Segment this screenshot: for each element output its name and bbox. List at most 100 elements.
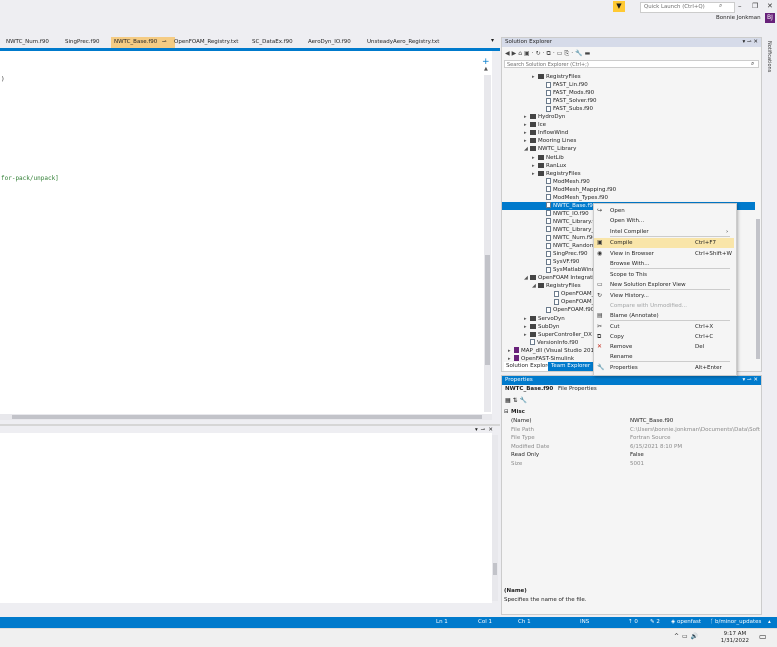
tree-folder[interactable]: ▸ RanLux	[532, 162, 566, 170]
editor-horizontal-scrollbar[interactable]	[0, 414, 492, 420]
property-row[interactable]: (Name) NWTC_Base.f90	[502, 417, 761, 425]
property-row[interactable]: File Path C:\Users\bonnie.jonkman\Documen…	[502, 426, 761, 434]
tray-icons[interactable]: ^▭🔊	[674, 633, 701, 640]
collapse-icon[interactable]: ▲	[484, 66, 488, 72]
tree-folder[interactable]: ◢ OpenFOAM Integration	[524, 274, 601, 282]
menu-item-compare-with-unmodified[interactable]: Compare with Unmodified...	[594, 301, 734, 311]
scroll-thumb[interactable]	[493, 563, 497, 575]
tree-folder[interactable]: ▸ SuperController_DX	[524, 331, 592, 339]
tree-file[interactable]: NWTC_IO.f90	[540, 210, 589, 218]
restore-icon[interactable]: ❐	[752, 2, 758, 10]
tree-file[interactable]: SysVF.f90	[540, 258, 579, 266]
tree-folder[interactable]: ◢ NWTC_Library	[524, 145, 576, 153]
close-icon[interactable]: ✕	[767, 2, 773, 10]
property-value[interactable]: NWTC_Base.f90	[630, 417, 760, 425]
tab-unsteadyaero-registry[interactable]: UnsteadyAero_Registry.txt	[364, 37, 442, 48]
panel-scrollbar[interactable]	[492, 435, 498, 601]
tree-file[interactable]: ModMesh_Types.f90	[540, 194, 608, 202]
user-name[interactable]: Bonnie Jonkman	[716, 15, 761, 21]
tree-project[interactable]: ▸ MAP_dll (Visual Studio 2019)	[508, 347, 600, 355]
scroll-thumb[interactable]	[756, 219, 760, 359]
pane-controls[interactable]: ▾ ⊸ ✕	[743, 38, 758, 47]
object-selector[interactable]: NWTC_Base.f90 File Properties	[505, 386, 597, 392]
tab-singprec[interactable]: SingPrec.f90	[62, 37, 102, 48]
solution-explorer-toolbar[interactable]: ◀▶⌂▣·↻·⧉·▭⎘·🔧▬	[502, 48, 764, 59]
tree-folder[interactable]: ▸ ServoDyn	[524, 315, 565, 323]
tree-folder[interactable]: ◢ RegistryFiles	[532, 282, 581, 290]
menu-item-open-with[interactable]: Open With...	[594, 216, 734, 226]
tree-file[interactable]: ModMesh.f90	[540, 178, 590, 186]
notifications-sidebar[interactable]: Notifications	[764, 37, 777, 617]
tree-file[interactable]: FAST_Subs.f90	[540, 105, 593, 113]
tree-file[interactable]: SingPrec.f90	[540, 250, 587, 258]
tree-folder[interactable]: ▸ HydroDyn	[524, 113, 565, 121]
menu-item-scope-to-this[interactable]: Scope to This	[594, 270, 734, 280]
tree-file[interactable]: NWTC_Num.f90	[540, 234, 596, 242]
tree-folder[interactable]: ▸ SubDyn	[524, 323, 559, 331]
menu-item-copy[interactable]: ⧉ Copy Ctrl+C	[594, 332, 734, 342]
tab-nwtc-num[interactable]: NWTC_Num.f90	[3, 37, 52, 48]
menu-item-remove[interactable]: ✕ Remove Del	[594, 342, 734, 352]
tree-file[interactable]: ModMesh_Mapping.f90	[540, 186, 616, 194]
menu-item-view-in-browser[interactable]: ◉ View in Browser Ctrl+Shift+W	[594, 249, 734, 259]
category-row[interactable]: ⊟ Misc	[502, 408, 761, 416]
tree-folder[interactable]: ▸ Ice	[524, 121, 546, 129]
filter-icon[interactable]: ▼	[613, 1, 625, 12]
tree-folder[interactable]: ▸ Mooring Lines	[524, 137, 576, 145]
insert-mode-indicator[interactable]: INS	[580, 617, 589, 628]
line-indicator[interactable]: Ln 1	[436, 617, 448, 628]
property-value[interactable]: False	[630, 451, 760, 459]
branch-name[interactable]: ᚴ b/minor_updates	[710, 617, 761, 628]
tree-file[interactable]: OpenFOAM.f90	[540, 306, 594, 314]
properties-toolbar[interactable]: ▦⇅🔧	[505, 397, 529, 404]
tab-nwtc-base[interactable]: NWTC_Base.f90 ⊸ ✕	[111, 37, 175, 56]
clock[interactable]: 9:17 AM 1/31/2022	[721, 631, 749, 645]
pending-changes[interactable]: ✎ 2	[650, 617, 660, 628]
tree-file[interactable]: VersionInfo.f90	[524, 339, 578, 347]
menu-item-properties[interactable]: 🔧 Properties Alt+Enter	[594, 363, 734, 373]
avatar[interactable]: BJ	[765, 13, 775, 23]
tree-folder[interactable]: ▸ RegistryFiles	[532, 170, 581, 178]
column-indicator[interactable]: Col 1	[478, 617, 492, 628]
pin-icon[interactable]: ⊸	[162, 39, 167, 45]
tree-folder[interactable]: ▸ InflowWind	[524, 129, 568, 137]
tab-team-explorer[interactable]: Team Explorer	[548, 362, 594, 371]
menu-item-compile[interactable]: ▣ Compile Ctrl+F7	[594, 238, 734, 248]
tab-dropdown-icon[interactable]: ▾	[491, 37, 494, 44]
tab-sc-dataex[interactable]: SC_DataEx.f90	[249, 37, 296, 48]
push-count[interactable]: ↑ 0	[628, 617, 638, 628]
menu-item-open[interactable]: ↪ Open	[594, 206, 734, 216]
menu-item-cut[interactable]: ✂ Cut Ctrl+X	[594, 322, 734, 332]
collapse-icon[interactable]: ⊟	[504, 408, 509, 416]
menu-item-view-history[interactable]: ↻ View History...	[594, 291, 734, 301]
tree-folder[interactable]: ▸ NetLib	[532, 154, 564, 162]
output-panel[interactable]	[0, 433, 498, 603]
search-icon[interactable]: ⌕	[751, 60, 754, 68]
tree-file[interactable]: FAST_Solver.f90	[540, 97, 596, 105]
tree-file[interactable]: FAST_Lin.f90	[540, 81, 588, 89]
tab-aerodyn-io[interactable]: AeroDyn_IO.f90	[305, 37, 354, 48]
code-editor[interactable]: ) for-pack/unpack] + ▲	[0, 51, 492, 414]
minimize-icon[interactable]: –	[738, 2, 742, 10]
search-input[interactable]: Search Solution Explorer (Ctrl+;)	[504, 60, 759, 68]
editor-vertical-scrollbar[interactable]	[484, 75, 491, 412]
solution-explorer-scrollbar[interactable]	[755, 69, 761, 361]
property-row[interactable]: Read Only False	[502, 451, 761, 459]
object-name: NWTC_Base.f90	[505, 386, 554, 392]
scroll-thumb[interactable]	[12, 415, 482, 419]
property-row[interactable]: Modified Date 6/15/2021 8:10 PM	[502, 443, 761, 451]
action-center-icon[interactable]: ▭	[759, 632, 767, 641]
search-icon[interactable]: ⌕	[719, 2, 722, 10]
scroll-thumb[interactable]	[485, 255, 490, 365]
notifications-label[interactable]: Notifications	[766, 41, 772, 72]
menu-separator	[610, 361, 730, 362]
pane-controls[interactable]: ▾ ⊸ ✕	[743, 376, 758, 385]
tree-file[interactable]: FAST_Mods.f90	[540, 89, 594, 97]
tab-openfoam-registry[interactable]: OpenFOAM_Registry.txt	[171, 37, 241, 48]
property-row[interactable]: Size 5001	[502, 460, 761, 468]
notification-bell-icon[interactable]: ▴	[768, 617, 771, 628]
char-indicator[interactable]: Ch 1	[518, 617, 531, 628]
repository-name[interactable]: ◈ openfast	[671, 617, 701, 628]
tree-folder[interactable]: ▸ RegistryFiles	[532, 73, 581, 81]
property-row[interactable]: File Type Fortran Source	[502, 434, 761, 442]
